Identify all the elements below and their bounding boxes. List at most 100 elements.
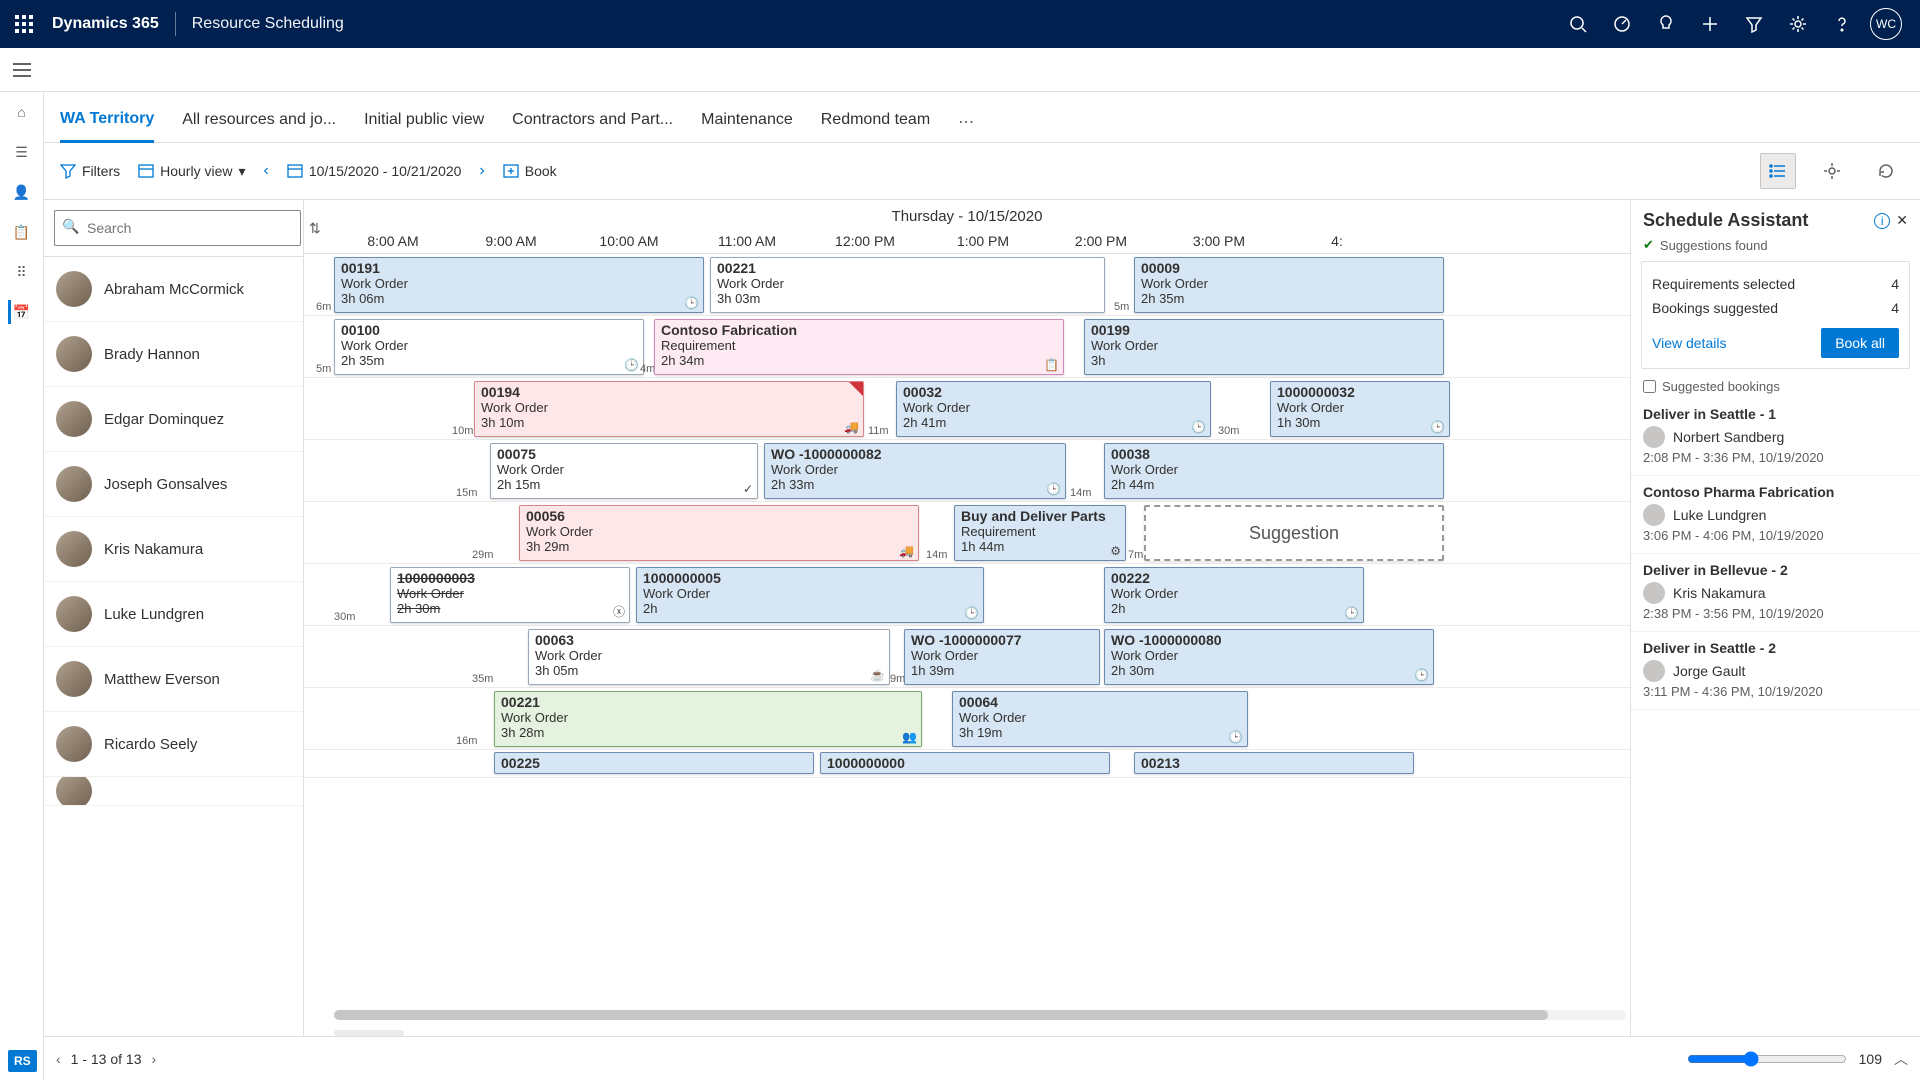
help-icon[interactable] <box>1820 0 1864 48</box>
user-avatar[interactable]: WC <box>1864 0 1908 48</box>
resource-name: Joseph Gonsalves <box>104 476 227 493</box>
tab-initial-public[interactable]: Initial public view <box>364 103 484 141</box>
chevron-down-icon: ▾ <box>238 163 245 180</box>
horizontal-scrollbar[interactable] <box>334 1010 1626 1020</box>
lightbulb-icon[interactable] <box>1644 0 1688 48</box>
booking-card[interactable]: 00213 <box>1134 752 1414 774</box>
booking-card[interactable]: 00009Work Order2h 35m <box>1134 257 1444 313</box>
person-plus-icon[interactable]: 👤 <box>10 180 34 204</box>
suggestion-item[interactable]: Contoso Pharma FabricationLuke Lundgren3… <box>1631 476 1920 554</box>
book-all-button[interactable]: Book all <box>1821 328 1899 358</box>
resource-item[interactable]: Luke Lundgren <box>44 582 303 647</box>
booking-card[interactable]: 00056Work Order3h 29m🚚 <box>519 505 919 561</box>
suggestion-item[interactable]: Deliver in Seattle - 2Jorge Gault3:11 PM… <box>1631 632 1920 710</box>
time-column-header: 10:00 AM <box>570 229 688 253</box>
booking-card[interactable]: 00221Work Order3h 28m👥 <box>494 691 922 747</box>
travel-gap-label: 4m <box>640 363 655 375</box>
resource-search-input[interactable] <box>54 210 301 246</box>
view-mode-dropdown[interactable]: Hourly view ▾ <box>138 163 245 180</box>
travel-gap-label: 30m <box>334 611 355 623</box>
booking-card[interactable]: 1000000003Work Order2h 30mⓧ <box>390 567 630 623</box>
booking-card[interactable]: 00064Work Order3h 19m🕒 <box>952 691 1248 747</box>
pager-prev-icon[interactable]: ‹ <box>56 1051 61 1067</box>
close-icon[interactable]: ✕ <box>1896 212 1908 229</box>
booking-card[interactable]: Buy and Deliver PartsRequirement1h 44m⚙ <box>954 505 1126 561</box>
tabs-overflow-icon[interactable]: ⋯ <box>958 112 974 132</box>
tab-contractors[interactable]: Contractors and Part... <box>512 103 673 141</box>
resource-column: 🔍 ⇅ Abraham McCormickBrady HannonEdgar D… <box>44 200 304 1036</box>
resource-item[interactable]: Kris Nakamura <box>44 517 303 582</box>
avatar <box>56 726 92 762</box>
refresh-icon[interactable] <box>1868 153 1904 189</box>
time-column-header: 3:00 PM <box>1160 229 1278 253</box>
booking-card[interactable]: 1000000000 <box>820 752 1110 774</box>
people-list-icon[interactable]: ☰ <box>10 140 34 164</box>
tab-wa-territory[interactable]: WA Territory <box>60 102 154 143</box>
search-icon[interactable] <box>1556 0 1600 48</box>
tab-maintenance[interactable]: Maintenance <box>701 103 793 141</box>
suggestion-item[interactable]: Deliver in Seattle - 1Norbert Sandberg2:… <box>1631 398 1920 476</box>
time-column-header: 1:00 PM <box>924 229 1042 253</box>
resource-name: Brady Hannon <box>104 346 200 363</box>
time-column-header: 4: <box>1278 229 1396 253</box>
booking-card[interactable]: 00225 <box>494 752 814 774</box>
filter-icon[interactable] <box>1732 0 1776 48</box>
list-view-toggle[interactable] <box>1760 153 1796 189</box>
resource-item[interactable]: Brady Hannon <box>44 322 303 387</box>
resource-item[interactable]: Abraham McCormick <box>44 257 303 322</box>
booking-card[interactable]: WO -1000000077Work Order1h 39m <box>904 629 1100 685</box>
resource-item[interactable]: Joseph Gonsalves <box>44 452 303 517</box>
date-range-picker[interactable]: 10/15/2020 - 10/21/2020 <box>287 163 462 179</box>
booking-card[interactable]: 00100Work Order2h 35m🕒 <box>334 319 644 375</box>
booking-card[interactable]: 1000000032Work Order1h 30m🕒 <box>1270 381 1450 437</box>
booking-card[interactable]: 00199Work Order3h <box>1084 319 1444 375</box>
app-badge: RS <box>8 1050 37 1072</box>
clipboard-icon[interactable]: 📋 <box>10 220 34 244</box>
booking-card[interactable]: 00194Work Order3h 10m🚚 <box>474 381 864 437</box>
resource-item[interactable]: Edgar Dominquez <box>44 387 303 452</box>
home-icon[interactable]: ⌂ <box>10 100 34 124</box>
time-column-header: 12:00 PM <box>806 229 924 253</box>
tasks-icon[interactable]: ⠿ <box>10 260 34 284</box>
booking-card[interactable]: 00032Work Order2h 41m🕒 <box>896 381 1211 437</box>
booking-card[interactable]: WO -1000000082Work Order2h 33m🕒 <box>764 443 1066 499</box>
divider <box>175 12 176 36</box>
calendar-icon[interactable]: 📅 <box>8 300 32 324</box>
booking-card[interactable]: 00222Work Order2h🕒 <box>1104 567 1364 623</box>
board-toolbar: Filters Hourly view ▾ ‹ 10/15/2020 - 10/… <box>44 143 1920 200</box>
booking-card[interactable]: 00063Work Order3h 05m☕ <box>528 629 890 685</box>
resource-item[interactable]: Matthew Everson <box>44 647 303 712</box>
view-details-link[interactable]: View details <box>1652 335 1726 351</box>
suggestion-item[interactable]: Deliver in Bellevue - 2Kris Nakamura2:38… <box>1631 554 1920 632</box>
resource-item[interactable]: Ricardo Seely <box>44 712 303 777</box>
target-icon[interactable] <box>1600 0 1644 48</box>
tab-redmond[interactable]: Redmond team <box>821 103 930 141</box>
booking-card[interactable]: WO -1000000080Work Order2h 30m🕒 <box>1104 629 1434 685</box>
travel-gap-label: 5m <box>1114 301 1129 313</box>
gear-icon[interactable] <box>1776 0 1820 48</box>
filters-button[interactable]: Filters <box>60 163 120 179</box>
info-icon[interactable]: i <box>1874 213 1890 229</box>
booking-card[interactable]: 1000000005Work Order2h🕒 <box>636 567 984 623</box>
booking-card[interactable]: 00075Work Order2h 15m✓ <box>490 443 758 499</box>
booking-card[interactable]: Contoso FabricationRequirement2h 34m📋 <box>654 319 1064 375</box>
pager-next-icon[interactable]: › <box>152 1051 157 1067</box>
next-date-button[interactable]: › <box>479 162 484 180</box>
tab-all-resources[interactable]: All resources and jo... <box>182 103 336 141</box>
settings-icon[interactable] <box>1814 153 1850 189</box>
hamburger-icon[interactable] <box>0 63 44 77</box>
collapse-icon[interactable]: ︿ <box>1894 1049 1908 1069</box>
book-button[interactable]: Book <box>503 163 557 179</box>
booking-card[interactable]: 00221Work Order3h 03m <box>710 257 1105 313</box>
add-icon[interactable] <box>1688 0 1732 48</box>
travel-gap-label: 11m <box>868 425 889 437</box>
zoom-slider[interactable] <box>1687 1051 1847 1067</box>
app-launcher-icon[interactable] <box>12 12 36 36</box>
booking-card[interactable]: 00191Work Order3h 06m🕒 <box>334 257 704 313</box>
booking-card[interactable]: 00038Work Order2h 44m <box>1104 443 1444 499</box>
avatar <box>56 596 92 632</box>
prev-date-button[interactable]: ‹ <box>264 162 269 180</box>
booking-card[interactable]: Suggestion <box>1144 505 1444 561</box>
suggested-bookings-checkbox[interactable] <box>1643 380 1656 393</box>
mini-scrollbar[interactable] <box>334 1030 404 1036</box>
